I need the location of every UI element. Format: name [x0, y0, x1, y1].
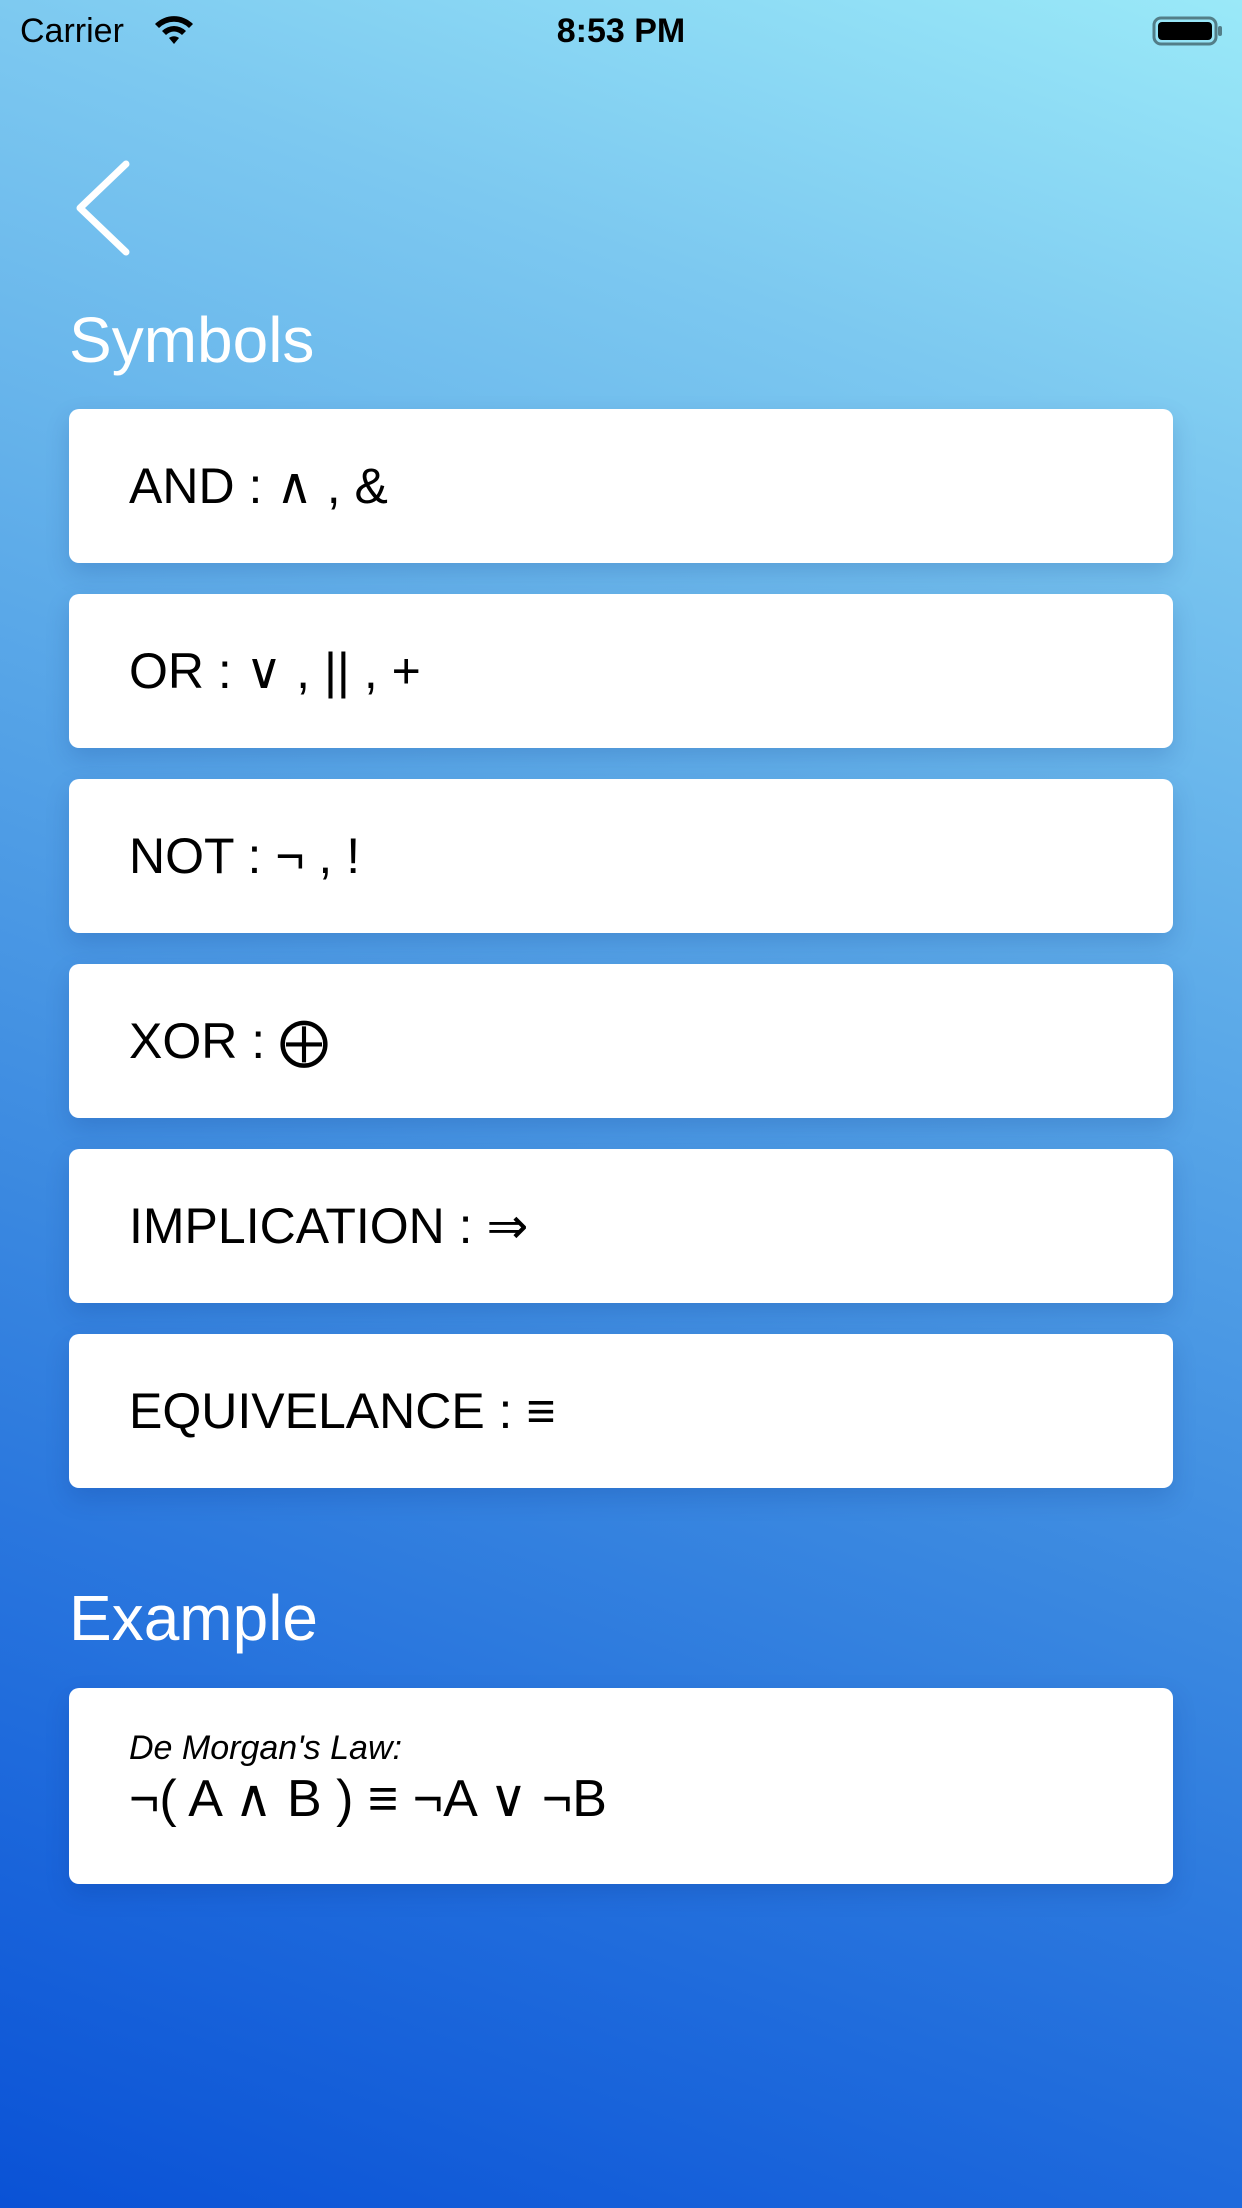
status-time: 8:53 PM	[556, 12, 686, 50]
symbol-text: NOT : ¬ , !	[129, 828, 361, 884]
symbol-card-implication[interactable]: IMPLICATION : ⇒	[69, 1149, 1173, 1303]
example-label: De Morgan's Law:	[129, 1729, 402, 1767]
battery-icon	[1152, 16, 1222, 46]
symbol-card-or[interactable]: OR : ∨ , || , +	[69, 594, 1173, 748]
symbol-card-and[interactable]: AND : ∧ , &	[69, 409, 1173, 563]
example-card: De Morgan's Law: ¬( A ∧ B ) ≡ ¬A ∨ ¬B	[69, 1688, 1173, 1884]
symbol-text: OR : ∨ , || , +	[129, 643, 421, 699]
chevron-left-icon	[76, 160, 130, 256]
back-button[interactable]	[70, 158, 140, 258]
symbol-text: EQUIVELANCE : ≡	[129, 1383, 556, 1439]
symbol-card-not[interactable]: NOT : ¬ , !	[69, 779, 1173, 933]
symbol-text: XOR : ⨁	[129, 1013, 330, 1069]
symbols-title: Symbols	[69, 304, 315, 376]
symbol-card-equivalence[interactable]: EQUIVELANCE : ≡	[69, 1334, 1173, 1488]
example-title: Example	[69, 1582, 318, 1654]
symbol-text: AND : ∧ , &	[129, 458, 388, 514]
status-bar: Carrier 8:53 PM	[0, 0, 1242, 62]
symbol-card-xor[interactable]: XOR : ⨁	[69, 964, 1173, 1118]
example-formula: ¬( A ∧ B ) ≡ ¬A ∨ ¬B	[129, 1770, 607, 1828]
symbol-text: IMPLICATION : ⇒	[129, 1198, 529, 1254]
